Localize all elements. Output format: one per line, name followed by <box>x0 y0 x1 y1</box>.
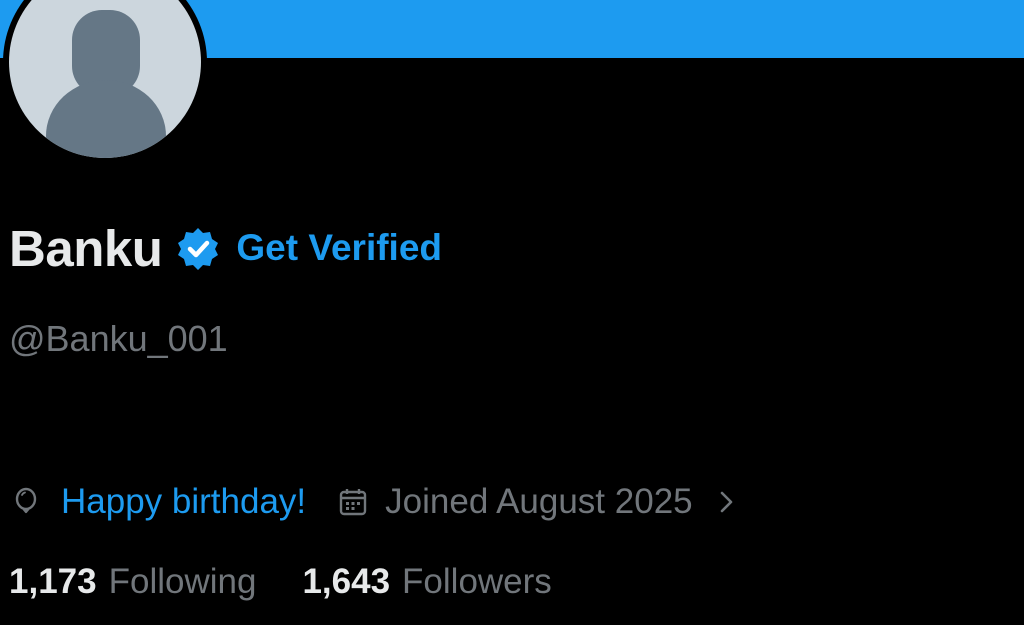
avatar[interactable] <box>3 0 207 164</box>
display-name: Banku <box>9 219 163 277</box>
follow-stats-row: 1,173 Following 1,643 Followers <box>9 562 552 602</box>
get-verified-link[interactable]: Get Verified <box>236 227 442 269</box>
chevron-right-icon[interactable] <box>715 487 739 517</box>
profile-page: Banku Get Verified @Banku_001 Happy birt… <box>0 0 1024 625</box>
name-row: Banku Get Verified <box>9 216 442 280</box>
default-avatar-placeholder <box>9 0 201 158</box>
following-link[interactable]: 1,173 Following <box>9 562 256 602</box>
followers-count: 1,643 <box>302 562 391 601</box>
followers-label: Followers <box>402 562 552 601</box>
user-handle: @Banku_001 <box>9 318 228 359</box>
balloon-icon <box>11 487 41 517</box>
following-label: Following <box>108 562 257 601</box>
followers-link[interactable]: 1,643 Followers <box>302 562 551 602</box>
calendar-icon <box>338 487 368 517</box>
verified-badge-icon[interactable] <box>176 226 220 270</box>
profile-meta-row: Happy birthday! Joined August 2025 <box>11 478 739 526</box>
birthday-link[interactable]: Happy birthday! <box>61 482 306 522</box>
person-silhouette-icon <box>46 10 166 158</box>
following-count: 1,173 <box>9 562 97 601</box>
joined-date: Joined August 2025 <box>385 482 693 521</box>
